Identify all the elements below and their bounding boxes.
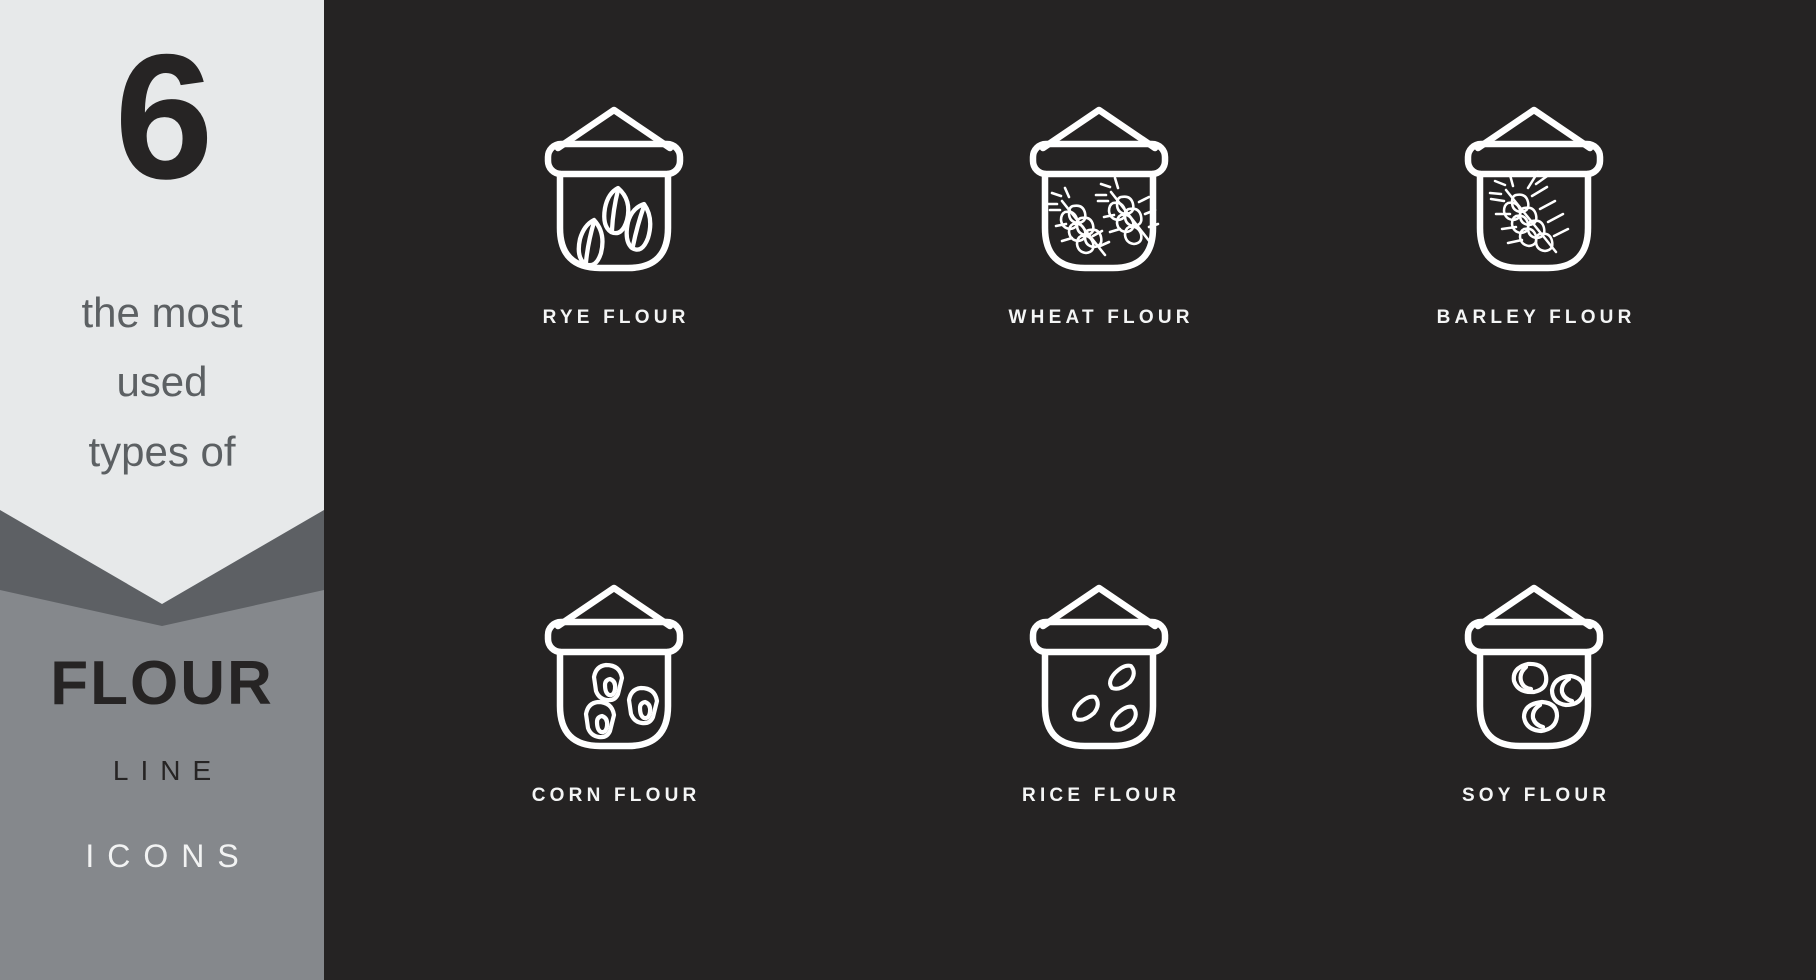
- flour-line-icons-poster: 6 the most used types of FLOUR LINE ICON…: [0, 0, 1816, 980]
- panel-kicker-line: LINE: [112, 755, 224, 786]
- icon-label-wheat-flour: WHEAT FLOUR: [1008, 307, 1194, 328]
- left-title-panel: 6 the most used types of FLOUR LINE ICON…: [0, 0, 324, 980]
- icon-cell-rye-flour[interactable]: RYE FLOUR: [404, 100, 824, 329]
- icon-cell-barley-flour[interactable]: BARLEY FLOUR: [1324, 100, 1744, 329]
- flour-sack-corn-icon: [544, 584, 684, 750]
- flour-sack-rye-icon: [544, 106, 684, 272]
- panel-subtitle-line-1: the most: [81, 289, 243, 336]
- icon-label-barley-flour: BARLEY FLOUR: [1436, 307, 1636, 328]
- flour-sack-rice-icon: [1029, 584, 1169, 750]
- panel-subtitle-line-3: types of: [88, 427, 236, 475]
- icon-grid: RYE FLOUR WHEAT FLOUR BARLEY FLOUR CORN …: [324, 0, 1816, 980]
- icon-label-corn-flour: CORN FLOUR: [531, 785, 701, 806]
- flour-sack-soy-icon: [1464, 584, 1604, 750]
- icon-cell-wheat-flour[interactable]: WHEAT FLOUR: [889, 100, 1309, 329]
- panel-kicker-icons: ICONS: [85, 838, 252, 874]
- icon-cell-corn-flour[interactable]: CORN FLOUR: [404, 578, 824, 807]
- icon-label-soy-flour: SOY FLOUR: [1461, 785, 1611, 806]
- panel-subtitle-line-2: used: [116, 358, 208, 406]
- icon-cell-soy-flour[interactable]: SOY FLOUR: [1324, 578, 1744, 807]
- flour-sack-wheat-icon: [1029, 106, 1169, 272]
- panel-subtitle: the most used types of: [0, 278, 324, 486]
- panel-brand-title: FLOUR: [50, 649, 274, 718]
- panel-count-number: 6: [114, 17, 214, 216]
- icon-cell-rice-flour[interactable]: RICE FLOUR: [889, 578, 1309, 807]
- icon-label-rice-flour: RICE FLOUR: [1022, 785, 1181, 806]
- icon-label-rye-flour: RYE FLOUR: [542, 307, 690, 328]
- flour-sack-barley-icon: [1464, 106, 1604, 272]
